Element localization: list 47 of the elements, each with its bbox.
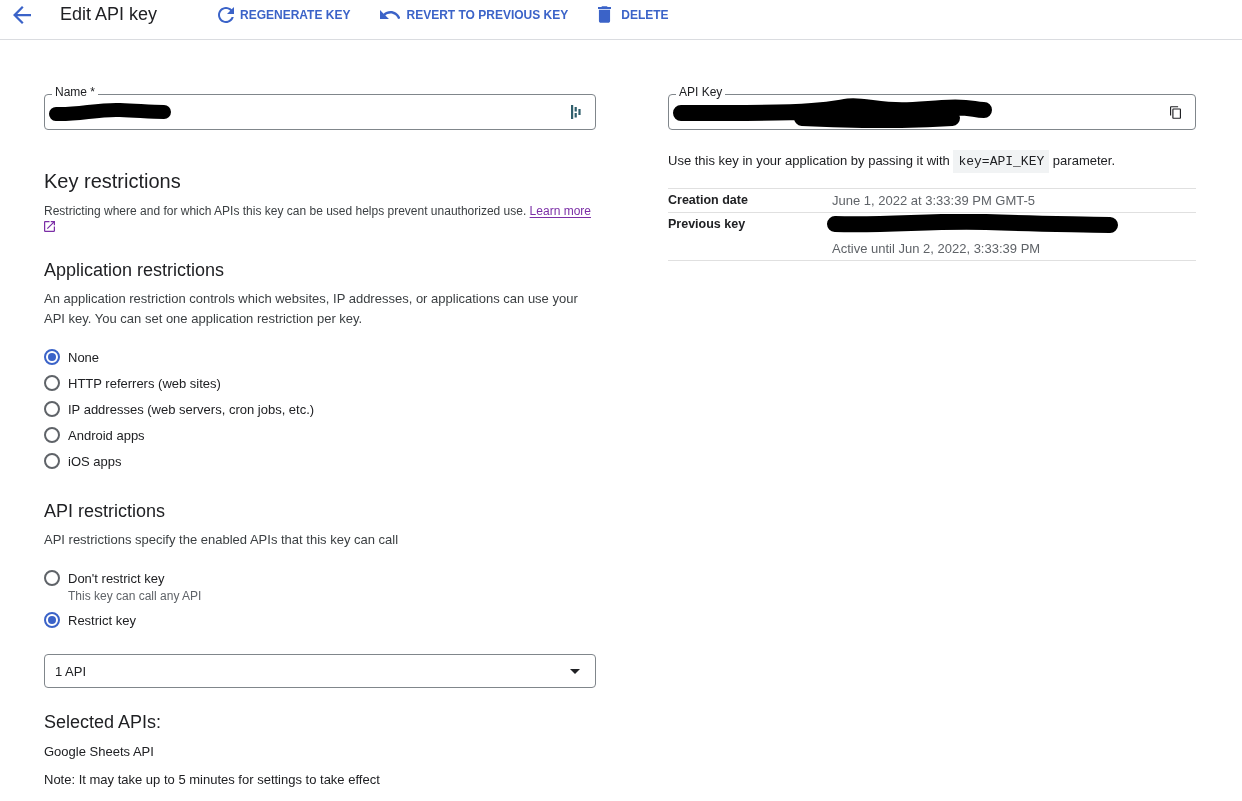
trash-icon [598,6,612,23]
api-select[interactable]: 1 API [44,654,596,688]
radio-label[interactable]: Android apps [68,427,145,443]
undo-icon [380,9,401,20]
regenerate-key-button[interactable]: REGENERATE KEY [210,2,359,27]
selected-api: Google Sheets API [44,743,155,761]
radio-button[interactable] [44,375,60,391]
section-description: Restricting where and for which APIs this key can be used helps prevent unauthorized use. Learn more [44,203,596,232]
page-title: Edit API key [60,4,159,25]
note-text: Note: It may take up to 5 minutes for settings to take effect [44,771,381,789]
radio-label[interactable]: iOS apps [68,453,122,469]
delete-button[interactable]: DELETE [590,2,677,27]
radio-label[interactable]: None [68,349,100,365]
external-link-icon[interactable] [44,221,55,232]
usage-text: Use this key in your application by passing it with key=API_KEY parameter. [668,149,1196,174]
detail-value: June 1, 2022 at 3:33:39 PM GMT-5 [832,192,1036,210]
section-heading: Key restrictions [44,169,182,193]
bars-icon[interactable] [571,105,581,119]
section-heading: API restrictions [44,500,167,523]
back-arrow-icon [13,5,31,24]
radio-button[interactable] [44,612,60,628]
radio-button[interactable] [44,570,60,586]
copy-icon[interactable] [1170,105,1181,119]
radio-label[interactable]: HTTP referrers (web sites) [68,375,221,391]
detail-label: Previous key [668,216,747,233]
back-button[interactable] [12,4,32,25]
learn-more-link[interactable]: Learn more [529,204,591,218]
radio-label[interactable]: Don't restrict key [68,570,165,586]
detail-label: Creation date [668,192,749,209]
radio-button[interactable] [44,453,60,469]
selected-apis-heading: Selected APIs: [44,711,163,734]
detail-value: Active until Jun 2, 2022, 3:33:39 PM [832,240,1041,258]
caret-icon [570,668,580,674]
field-label: API Key [676,85,726,99]
section-description: An application restriction controls which websites, IP addresses, or applications can use your API key. You can set one application restriction per key. [44,290,579,328]
field-label: Name * [52,85,98,99]
radio-label[interactable]: IP addresses (web servers, cron jobs, etc.) [68,401,315,417]
refresh-icon [218,6,234,23]
section-description: API restrictions specify the enabled APIs that this key can call [44,531,400,549]
section-heading: Application restrictions [44,259,226,282]
radio-label[interactable]: Restrict key [68,612,136,628]
radio-button[interactable] [44,401,60,417]
name-field[interactable] [44,94,596,130]
radio-button[interactable] [44,349,60,365]
option-hint: This key can call any API [68,588,202,604]
radio-button[interactable] [44,427,60,443]
revert-key-button[interactable]: REVERT TO PREVIOUS KEY [372,3,577,26]
